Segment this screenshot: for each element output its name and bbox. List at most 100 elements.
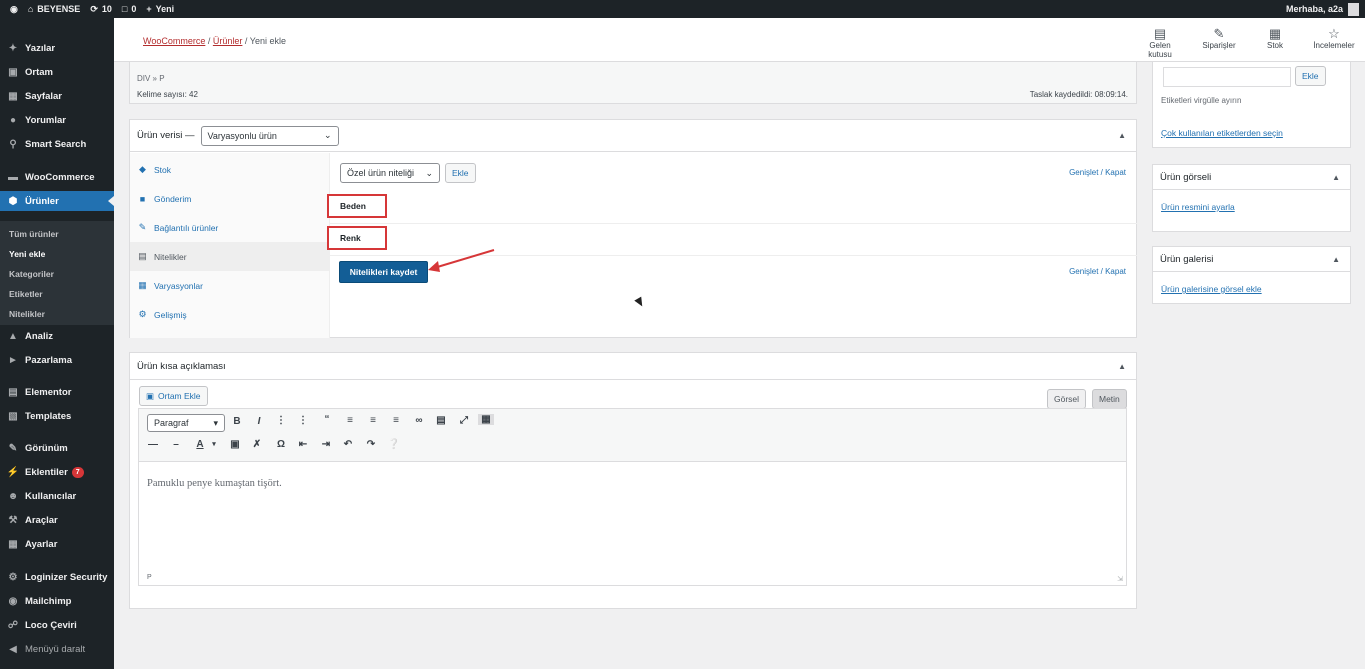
sidebar-item-collapse[interactable]: ◀ Menüyü daralt	[0, 639, 114, 659]
submenu-categories[interactable]: Kategoriler	[9, 269, 54, 279]
add-media-button[interactable]: ▣ Ortam Ekle	[139, 386, 208, 406]
save-attributes-button[interactable]: Nitelikleri kaydet	[339, 261, 428, 283]
sidebar-item-marketing[interactable]: ► Pazarlama	[0, 350, 114, 370]
breadcrumb-products[interactable]: Ürünler	[213, 36, 243, 46]
submenu-tags[interactable]: Etiketler	[9, 289, 43, 299]
tab-attributes[interactable]: ▤ Nitelikler	[130, 242, 330, 271]
special-char-icon[interactable]: Ω	[273, 439, 289, 450]
product-gallery-header: Ürün galerisi ▲	[1153, 247, 1350, 272]
comments-link[interactable]: □ 0	[122, 4, 136, 14]
help-icon[interactable]: ❔	[386, 439, 402, 450]
inbox-button[interactable]: ▤ Gelen kutusu	[1138, 26, 1182, 59]
italic-icon[interactable]: I	[251, 416, 267, 427]
read-more-icon[interactable]: ▤	[433, 415, 449, 426]
sidebar-item-pages[interactable]: ▦ Sayfalar	[0, 86, 114, 106]
align-right-icon[interactable]: ≡	[388, 415, 404, 426]
add-media-label: Ortam Ekle	[158, 391, 201, 401]
chevron-down-icon: ⌄	[425, 167, 433, 178]
collapse-toggle-icon[interactable]: ▲	[1118, 362, 1126, 371]
align-left-icon[interactable]: ≡	[342, 415, 358, 426]
wordpress-logo-icon[interactable]: ◉	[10, 4, 18, 15]
reviews-label: İncelemeler	[1313, 41, 1355, 50]
advanced-icon: ⚙	[138, 309, 147, 319]
attribute-row[interactable]: Beden	[327, 192, 1137, 224]
sidebar-item-mailchimp[interactable]: ◉ Mailchimp	[0, 591, 114, 611]
sidebar-item-templates[interactable]: ▧ Templates	[0, 406, 114, 426]
submenu-attributes[interactable]: Nitelikler	[9, 309, 45, 319]
product-type-select[interactable]: Varyasyonlu ürün ⌄	[200, 125, 339, 146]
tab-linked-products[interactable]: ✎ Bağlantılı ürünler	[130, 213, 330, 242]
outdent-icon[interactable]: ⇤	[295, 439, 311, 450]
tab-stock[interactable]: ◆ Stok	[130, 155, 330, 184]
resize-handle-icon[interactable]: ⇲	[1117, 575, 1123, 583]
stock-button[interactable]: ▦ Stok	[1253, 26, 1297, 50]
admin-sidebar: Tüm ürünler Yeni ekle Kategoriler Etiket…	[0, 18, 114, 669]
bold-icon[interactable]: B	[229, 416, 245, 427]
tags-add-button[interactable]: Ekle	[1295, 66, 1326, 86]
sidebar-item-users[interactable]: ☻ Kullanıcılar	[0, 486, 114, 506]
link-icon[interactable]: ∞	[411, 415, 427, 426]
indent-icon[interactable]: ⇥	[318, 439, 334, 450]
orders-label: Siparişler	[1202, 41, 1236, 50]
site-name-link[interactable]: ⌂ BEYENSE	[28, 4, 80, 14]
tags-input[interactable]	[1163, 67, 1291, 87]
tab-shipping[interactable]: ■ Gönderim	[130, 184, 330, 213]
set-product-image-link[interactable]: Ürün resmini ayarla	[1161, 202, 1235, 212]
expand-close-link[interactable]: Genişlet / Kapat	[1069, 168, 1126, 177]
sidebar-item-smart-search[interactable]: ⚲ Smart Search	[0, 134, 114, 154]
redo-icon[interactable]: ↷	[363, 439, 379, 450]
format-select[interactable]: Paragraf ▾	[147, 414, 225, 432]
submenu-add-new[interactable]: Yeni ekle	[9, 249, 45, 259]
attribute-renk[interactable]: Renk	[327, 226, 387, 250]
account-menu[interactable]: Merhaba, a2a	[1286, 2, 1359, 16]
breadcrumb-woocommerce[interactable]: WooCommerce	[143, 36, 205, 46]
tab-visual[interactable]: Görsel	[1047, 389, 1087, 409]
fullscreen-icon[interactable]: ⤢	[456, 415, 472, 426]
sidebar-item-products[interactable]: ⬢ Ürünler	[0, 191, 114, 211]
orders-button[interactable]: ✎ Siparişler	[1197, 26, 1241, 50]
new-content-link[interactable]: + Yeni	[146, 4, 174, 14]
undo-icon[interactable]: ↶	[340, 439, 356, 450]
align-center-icon[interactable]: ≡	[365, 415, 381, 426]
add-attribute-button[interactable]: Ekle	[445, 163, 476, 183]
sidebar-item-media[interactable]: ▣ Ortam	[0, 62, 114, 82]
paste-text-icon[interactable]: ▣	[227, 439, 243, 450]
sidebar-item-comments[interactable]: ● Yorumlar	[0, 110, 114, 130]
sidebar-item-elementor[interactable]: ▤ Elementor	[0, 382, 114, 402]
tab-text[interactable]: Metin	[1092, 389, 1127, 409]
tab-variations[interactable]: ▦ Varyasyonlar	[130, 271, 330, 300]
choose-popular-tags-link[interactable]: Çok kullanılan etiketlerden seçin	[1161, 128, 1283, 138]
horizontal-line-icon[interactable]: —	[145, 439, 161, 450]
short-description-editor[interactable]: Pamuklu penye kumaştan tişört. P ⇲	[138, 462, 1127, 586]
collapse-toggle-icon[interactable]: ▲	[1332, 255, 1340, 264]
short-description-panel: Ürün kısa açıklaması ▲ ▣ Ortam Ekle Görse…	[129, 352, 1137, 609]
product-image-title: Ürün görseli	[1160, 171, 1212, 183]
submenu-all-products[interactable]: Tüm ürünler	[9, 229, 59, 239]
expand-close-link-bottom[interactable]: Genişlet / Kapat	[1069, 267, 1126, 276]
sidebar-item-appearance[interactable]: ✎ Görünüm	[0, 438, 114, 458]
clear-format-icon[interactable]: ✗	[249, 439, 265, 450]
sidebar-item-loginizer[interactable]: ⚙ Loginizer Security	[0, 567, 114, 587]
tab-advanced[interactable]: ⚙ Gelişmiş	[130, 300, 330, 329]
sidebar-item-posts[interactable]: ✦ Yazılar	[0, 38, 114, 58]
updates-link[interactable]: ⟳ 10	[90, 4, 112, 15]
attribute-beden[interactable]: Beden	[327, 194, 387, 218]
sidebar-item-loco[interactable]: ☍ Loco Çeviri	[0, 615, 114, 635]
sidebar-item-plugins[interactable]: ⚡ Eklentiler 7	[0, 462, 114, 482]
toolbar-toggle-icon[interactable]: ▦	[478, 414, 494, 425]
reviews-button[interactable]: ☆ İncelemeler	[1312, 26, 1356, 50]
collapse-toggle-icon[interactable]: ▲	[1332, 173, 1340, 182]
sidebar-item-settings[interactable]: ▦ Ayarlar	[0, 534, 114, 554]
sidebar-item-tools[interactable]: ⚒ Araçlar	[0, 510, 114, 530]
sidebar-label: Templates	[25, 410, 72, 422]
attribute-select[interactable]: Özel ürün niteliği ⌄	[340, 163, 440, 183]
strikethrough-icon[interactable]: –	[168, 439, 184, 450]
chevron-down-icon[interactable]: ▾	[206, 440, 222, 448]
bullet-list-icon[interactable]: ⋮	[273, 415, 289, 426]
collapse-toggle-icon[interactable]: ▲	[1118, 131, 1126, 140]
add-gallery-images-link[interactable]: Ürün galerisine görsel ekle	[1161, 284, 1262, 294]
numbered-list-icon[interactable]: ⋮	[295, 415, 311, 426]
blockquote-icon[interactable]: “	[319, 414, 335, 425]
sidebar-item-analytics[interactable]: ▲ Analiz	[0, 326, 114, 346]
sidebar-item-woocommerce[interactable]: ▬ WooCommerce	[0, 167, 114, 187]
